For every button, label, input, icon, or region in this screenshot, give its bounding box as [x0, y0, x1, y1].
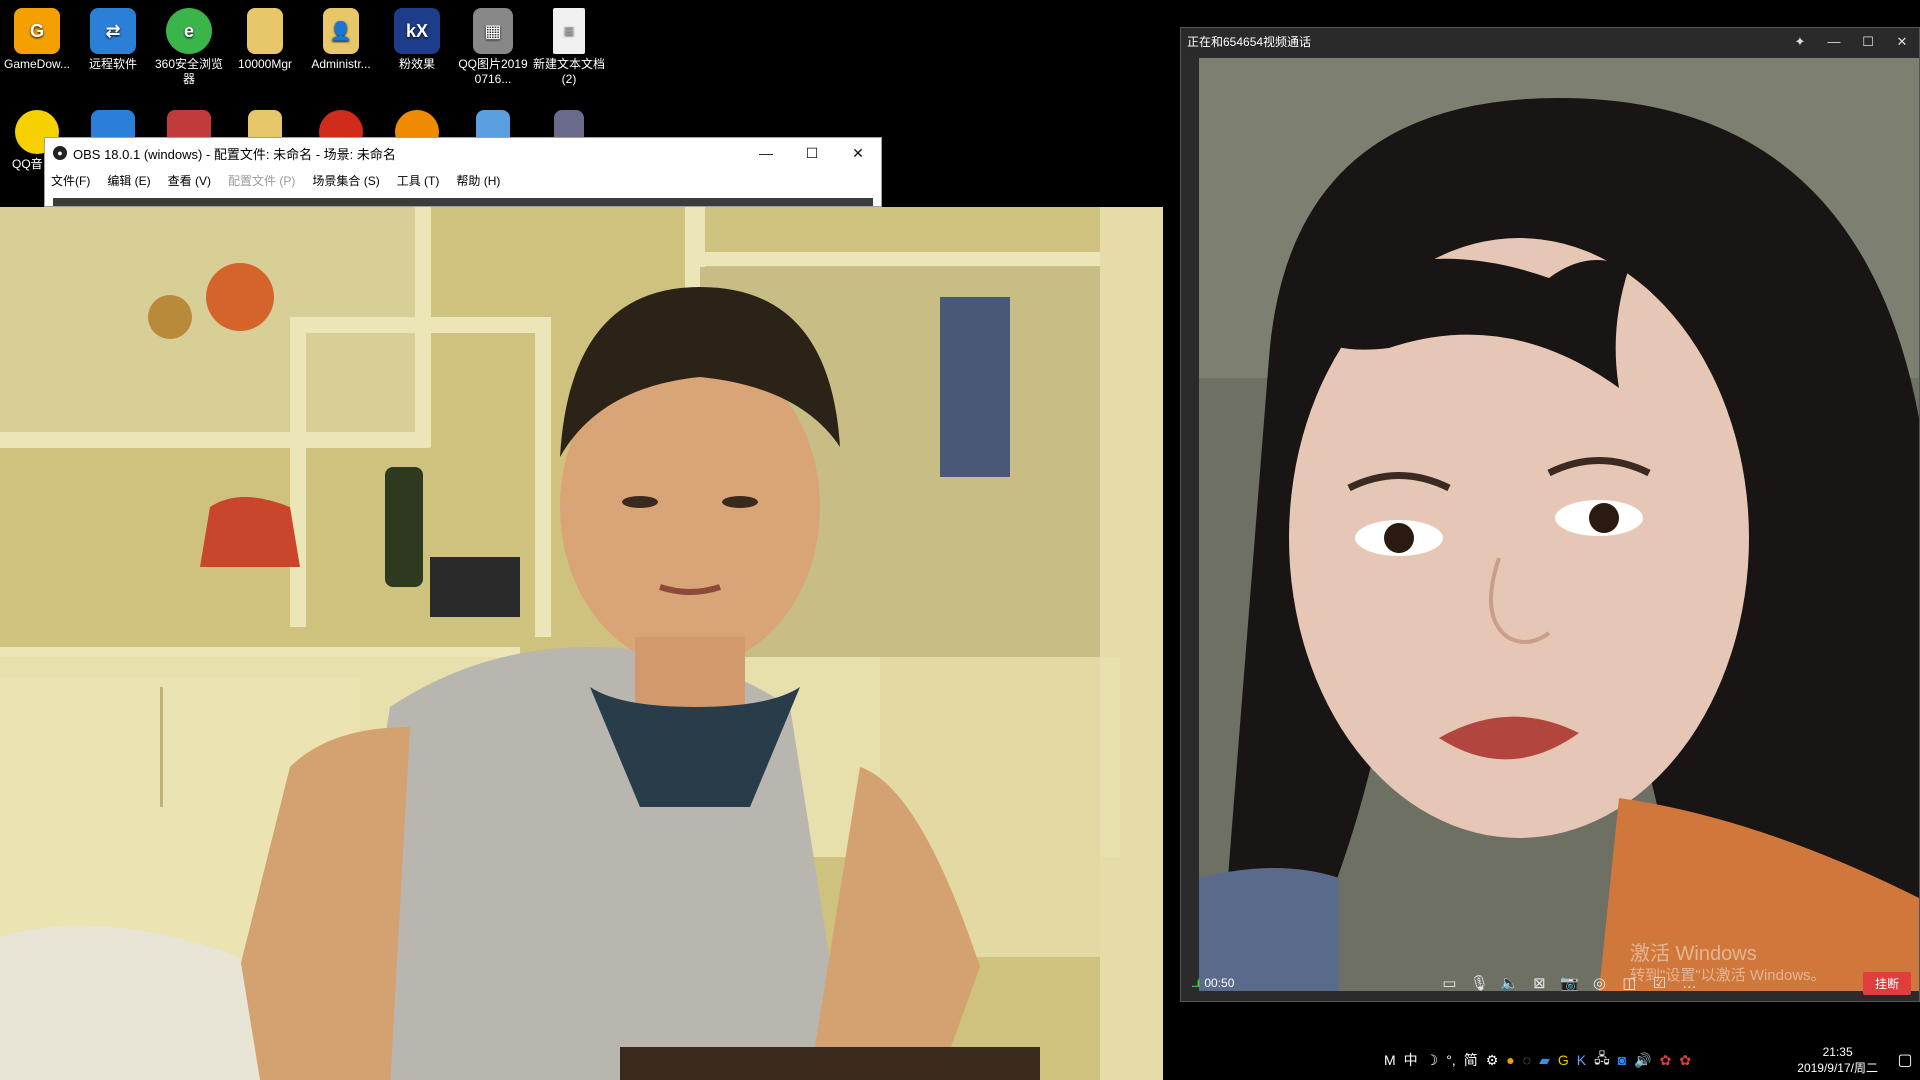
- qq-call-title: 正在和654654视频通话: [1187, 35, 1312, 49]
- tray-app-icon[interactable]: ●: [1506, 1052, 1514, 1068]
- desktop-icon-new-text[interactable]: ≡ 新建文本文档(2): [532, 0, 606, 87]
- obs-preview-strip: [53, 198, 873, 206]
- desktop-icon-qq-image[interactable]: ▦ QQ图片20190716...: [456, 0, 530, 87]
- desktop-icons: G GameDow... ⇄ 远程软件 e 360安全浏览器 10000Mgr …: [0, 0, 620, 171]
- obs-window: ● OBS 18.0.1 (windows) - 配置文件: 未命名 - 场景:…: [44, 137, 882, 207]
- desktop-icon-360browser[interactable]: e 360安全浏览器: [152, 0, 226, 87]
- menu-file[interactable]: 文件(F): [51, 172, 90, 189]
- tray-app-icon[interactable]: ◌: [1523, 1052, 1531, 1068]
- watermark-title: 激活 Windows: [1630, 943, 1757, 965]
- image-icon: ▦: [473, 8, 513, 54]
- obs-window-title: OBS 18.0.1 (windows) - 配置文件: 未命名 - 场景: 未…: [73, 146, 396, 162]
- remote-icon: ⇄: [90, 8, 136, 54]
- kx-icon: kX: [394, 8, 440, 54]
- qq-close-button[interactable]: ✕: [1885, 34, 1919, 50]
- desktop-icon-label: 粉效果: [398, 57, 435, 71]
- desktop-icon-label: 360安全浏览器: [154, 57, 224, 86]
- screenshot-icon[interactable]: 📷: [1554, 974, 1584, 992]
- qq-minimize-button[interactable]: —: [1817, 34, 1851, 49]
- tray-app-icon[interactable]: ✿: [1679, 1052, 1691, 1069]
- menu-view[interactable]: 查看 (V): [168, 172, 211, 189]
- webcam-scene: [0, 207, 1163, 1080]
- qq-maximize-button[interactable]: ☐: [1851, 34, 1885, 50]
- taskbar-clock[interactable]: 21:35 2019/9/17/周二: [1797, 1044, 1878, 1076]
- clock-date: 2019/9/17/周二: [1797, 1061, 1878, 1075]
- chat-icon[interactable]: ▭: [1434, 974, 1464, 992]
- webcam-feed-remote: [1199, 58, 1919, 991]
- desktop-icon-kx[interactable]: kX 粉效果: [380, 0, 454, 72]
- desktop-icon-10000mgr[interactable]: 10000Mgr: [228, 0, 302, 72]
- windows-activation-watermark: 激活 Windows 转到"设置"以激活 Windows。: [1630, 943, 1826, 987]
- pin-icon[interactable]: ✦: [1783, 34, 1817, 50]
- signal-icon: ....ıl: [1191, 976, 1200, 990]
- notification-icon[interactable]: ▢: [1890, 1050, 1920, 1070]
- qq-video-call-window: 正在和654654视频通话 ✦ — ☐ ✕ ....ıl 00:50 ▭ 🎙 🔈…: [1180, 27, 1920, 1002]
- camera-off-icon[interactable]: ⊠: [1524, 974, 1554, 992]
- ime-language-icon[interactable]: 中: [1404, 1050, 1418, 1070]
- desktop-icon-label: Administr...: [311, 57, 371, 71]
- volume-icon[interactable]: 🔊: [1634, 1052, 1651, 1069]
- clock-time: 21:35: [1822, 1045, 1853, 1059]
- ime-settings-icon[interactable]: ⚙: [1486, 1052, 1499, 1069]
- network-icon[interactable]: 🖧: [1594, 1048, 1610, 1072]
- system-tray: M 中 ☽ °, 简 ⚙ ● ◌ ▰ G K 🖧 ◙ 🔊 ✿ ✿: [1380, 1048, 1695, 1072]
- qq-titlebar[interactable]: 正在和654654视频通话 ✦ — ☐ ✕: [1181, 28, 1919, 55]
- tray-app-icon[interactable]: ◙: [1618, 1052, 1626, 1068]
- watermark-subtitle: 转到"设置"以激活 Windows。: [1630, 967, 1826, 984]
- desktop-icon-administrator[interactable]: 👤 Administr...: [304, 0, 378, 72]
- ime-punctuation-icon[interactable]: °,: [1446, 1052, 1456, 1068]
- menu-help[interactable]: 帮助 (H): [456, 172, 500, 189]
- obs-menubar: 文件(F) 编辑 (E) 查看 (V) 配置文件 (P) 场景集合 (S) 工具…: [45, 168, 881, 192]
- webcam-feed-local: [0, 207, 1163, 1080]
- obs-minimize-button[interactable]: —: [743, 138, 789, 168]
- folder-icon: [247, 8, 283, 54]
- desktop-icon-gamedownload[interactable]: G GameDow...: [0, 0, 74, 72]
- menu-scene-collection[interactable]: 场景集合 (S): [312, 172, 379, 189]
- hangup-button[interactable]: 挂断: [1862, 971, 1911, 995]
- ime-mode-icon[interactable]: M: [1384, 1052, 1396, 1068]
- desktop-icon-label: 10000Mgr: [237, 57, 293, 71]
- tray-app-icon[interactable]: G: [1558, 1052, 1569, 1068]
- text-file-icon: ≡: [553, 8, 585, 54]
- obs-app-icon: ●: [53, 146, 67, 160]
- menu-tools[interactable]: 工具 (T): [397, 172, 440, 189]
- tray-app-icon[interactable]: K: [1577, 1052, 1586, 1068]
- obs-close-button[interactable]: ✕: [835, 138, 881, 168]
- browser-icon: e: [166, 8, 212, 54]
- microphone-icon[interactable]: 🎙: [1464, 974, 1494, 992]
- tray-app-icon[interactable]: ▰: [1539, 1052, 1550, 1069]
- remote-video-scene: [1199, 58, 1919, 991]
- obs-titlebar[interactable]: ● OBS 18.0.1 (windows) - 配置文件: 未命名 - 场景:…: [45, 138, 881, 168]
- effects-icon[interactable]: ◎: [1584, 974, 1614, 992]
- desktop-icon-remote[interactable]: ⇄ 远程软件: [76, 0, 150, 72]
- call-duration: 00:50: [1204, 976, 1235, 990]
- desktop-icon-label: GameDow...: [3, 57, 71, 71]
- menu-edit[interactable]: 编辑 (E): [107, 172, 150, 189]
- desktop-icon-label: 新建文本文档(2): [532, 57, 605, 86]
- user-folder-icon: 👤: [323, 8, 359, 54]
- speaker-icon[interactable]: 🔈: [1494, 974, 1524, 992]
- tray-app-icon[interactable]: ✿: [1660, 1052, 1672, 1069]
- game-icon: G: [14, 8, 60, 54]
- desktop-icon-label: QQ图片20190716...: [458, 57, 528, 86]
- desktop-icon-label: 远程软件: [88, 57, 137, 71]
- menu-profile[interactable]: 配置文件 (P): [228, 172, 295, 189]
- ime-fullwidth-icon[interactable]: ☽: [1426, 1052, 1439, 1069]
- obs-maximize-button[interactable]: ☐: [789, 138, 835, 168]
- taskbar: M 中 ☽ °, 简 ⚙ ● ◌ ▰ G K 🖧 ◙ 🔊 ✿ ✿ 21:35 2…: [1380, 1040, 1920, 1080]
- ime-simplified-icon[interactable]: 简: [1464, 1050, 1478, 1070]
